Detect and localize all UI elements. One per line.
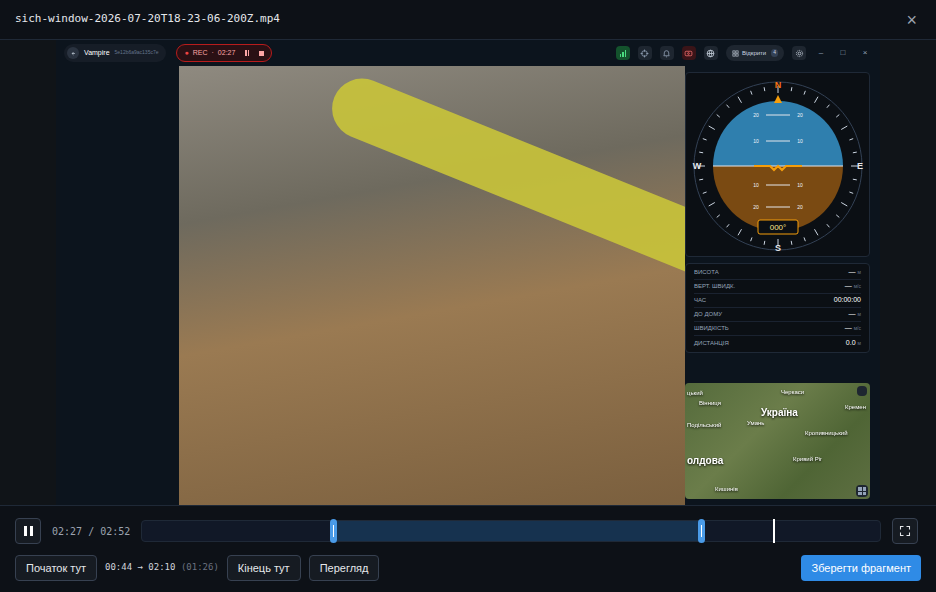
window-control[interactable]: –: [814, 47, 828, 59]
telemetry-panel: ВИСОТА —м ВЕРТ. ШВИДК. —м/с ЧАС 00:00:00 ДО ДО…: [685, 263, 870, 353]
selection-range: [333, 521, 701, 541]
svg-text:10: 10: [797, 182, 803, 188]
pause-button[interactable]: [15, 518, 41, 544]
telemetry-row: ЧАС 00:00:00: [694, 294, 861, 308]
fullscreen-button[interactable]: [892, 518, 918, 544]
window-control[interactable]: ×: [858, 47, 872, 59]
svg-text:W: W: [693, 161, 702, 171]
vehicle-pill[interactable]: Vampire 5e12b6a9ac135c7e: [64, 44, 166, 62]
rec-label: REC: [193, 48, 208, 59]
telemetry-value: 00:00:00: [834, 295, 861, 306]
video-area: Vampire 5e12b6a9ac135c7e ● REC · 02:27 Відкрит…: [0, 40, 936, 505]
rec-dot: ●: [184, 48, 188, 59]
open-count: 4: [771, 49, 778, 57]
map-label: Кропивницький: [805, 429, 848, 438]
globe-icon: [706, 49, 715, 58]
svg-text:20: 20: [753, 204, 759, 210]
map-label: Кишинів: [715, 485, 738, 494]
close-button[interactable]: ×: [902, 11, 921, 29]
rec-pill: ● REC · 02:27: [176, 44, 272, 62]
rec-stop-icon[interactable]: [259, 51, 264, 56]
map-grid-icon[interactable]: [856, 485, 868, 497]
preview-button[interactable]: Перегляд: [309, 555, 380, 581]
svg-text:20: 20: [753, 112, 759, 118]
compass-panel: 20 20 10 10 10 10 20 20 N S W E 000°: [685, 72, 870, 257]
svg-text:S: S: [775, 243, 781, 253]
record-icon: [684, 49, 693, 58]
telemetry-value: —м: [849, 267, 861, 278]
rec-separator: ·: [212, 48, 214, 59]
svg-text:10: 10: [753, 182, 759, 188]
end-handle[interactable]: [698, 519, 705, 543]
playhead[interactable]: [773, 519, 775, 543]
grid-icon: [732, 50, 739, 57]
telemetry-row: ШВИДКІСТЬ —м/с: [694, 322, 861, 336]
pause-icon: [24, 526, 33, 536]
camera-feed: [179, 66, 685, 505]
map-label: Подільський: [687, 421, 721, 430]
timeline-track[interactable]: [141, 520, 881, 542]
app-top-bar: Vampire 5e12b6a9ac135c7e ● REC · 02:27 Відкрит…: [56, 40, 880, 66]
crosshair-icon: [640, 49, 649, 58]
telemetry-label: ВИСОТА: [694, 268, 719, 277]
open-button[interactable]: Відкрити 4: [726, 45, 784, 61]
rec-pause-icon[interactable]: [245, 50, 249, 56]
fullscreen-icon: [899, 525, 911, 537]
telemetry-row: ВИСОТА —м: [694, 266, 861, 280]
telemetry-label: ДИСТАНЦІЯ: [694, 339, 729, 348]
title-bar: sich-window-2026-07-20T18-23-06-200Z.mp4…: [0, 0, 936, 40]
map-label: олдова: [687, 453, 723, 468]
telemetry-value: —м/с: [845, 281, 861, 292]
svg-text:20: 20: [797, 204, 803, 210]
rec-time: 02:27: [218, 48, 236, 59]
attitude-compass: 20 20 10 10 10 10 20 20 N S W E 000°: [686, 73, 871, 258]
svg-text:20: 20: [797, 112, 803, 118]
gear-icon: [795, 49, 804, 58]
end-here-button[interactable]: Кінець тут: [227, 555, 301, 581]
map-label: цький: [687, 389, 703, 398]
telemetry-row: ВЕРТ. ШВИДК. —м/с: [694, 280, 861, 294]
window-control[interactable]: □: [836, 47, 850, 59]
open-label: Відкрити: [742, 49, 766, 58]
back-icon: [67, 47, 79, 59]
map-label: Вінниця: [699, 399, 721, 408]
telemetry-row: ДИСТАНЦІЯ 0.0м: [694, 336, 861, 350]
map-label: Черкаси: [781, 388, 804, 397]
svg-text:10: 10: [797, 138, 803, 144]
file-title: sich-window-2026-07-20T18-23-06-200Z.mp4: [15, 11, 280, 28]
map-label: Кремен: [845, 403, 866, 412]
telemetry-label: ДО ДОМУ: [694, 310, 722, 319]
map-label: Кривий Ріг: [793, 455, 822, 464]
vehicle-id: 5e12b6a9ac135c7e: [115, 49, 159, 57]
vehicle-name: Vampire: [84, 48, 110, 59]
telemetry-label: ВЕРТ. ШВИДК.: [694, 282, 735, 291]
telemetry-label: ЧАС: [694, 296, 706, 305]
map-label: Україна: [761, 405, 798, 420]
bell-icon: [662, 49, 671, 58]
svg-text:000°: 000°: [770, 223, 787, 232]
player-controls: 02:27 / 02:52 Початок тут 00:44 → 02:10 (0…: [0, 505, 936, 592]
layers-icon[interactable]: [857, 386, 867, 396]
range-readout: 00:44 → 02:10 (01:26): [105, 561, 219, 575]
telemetry-value: 0.0м: [846, 338, 861, 349]
svg-text:10: 10: [753, 138, 759, 144]
telemetry-value: —м/с: [845, 323, 861, 334]
map-label: Умань: [747, 419, 764, 428]
start-here-button[interactable]: Початок тут: [15, 555, 97, 581]
svg-text:E: E: [857, 161, 863, 171]
save-fragment-button[interactable]: Зберегти фрагмент: [801, 555, 921, 581]
telemetry-row: ДО ДОМУ —м: [694, 308, 861, 322]
map-panel: цькийВінниця Черкаси Україна Кремен Подільсь…: [685, 383, 870, 499]
time-readout: 02:27 / 02:52: [52, 524, 130, 539]
start-handle[interactable]: [330, 519, 337, 543]
signal-icon: [616, 46, 630, 60]
telemetry-label: ШВИДКІСТЬ: [694, 324, 729, 333]
recorded-window: Vampire 5e12b6a9ac135c7e ● REC · 02:27 Відкрит…: [56, 40, 880, 505]
video-dialog: sich-window-2026-07-20T18-23-06-200Z.mp4…: [0, 0, 936, 592]
svg-text:N: N: [775, 80, 782, 90]
telemetry-value: —м: [849, 309, 861, 320]
